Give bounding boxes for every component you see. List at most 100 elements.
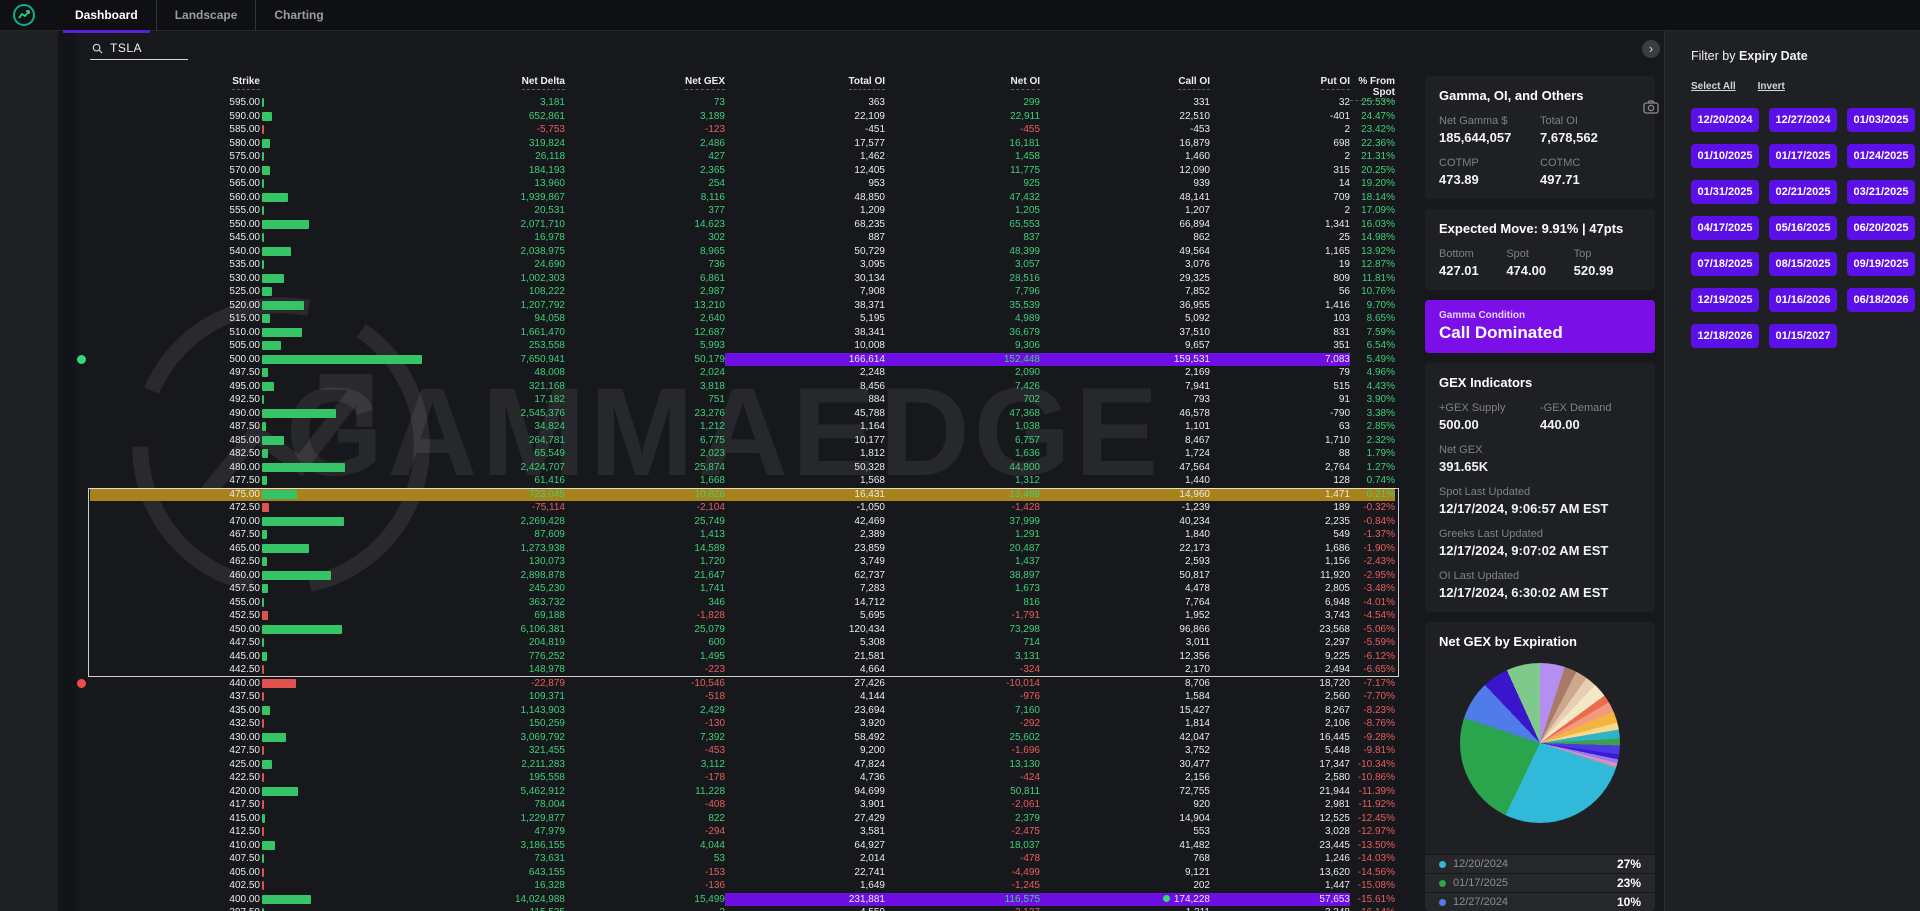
table-row[interactable]: 402.50 16,328 -136 1,649 -1,245 202 1,447 -15.0… <box>90 879 1395 893</box>
select-all-link[interactable]: Select All <box>1691 81 1736 92</box>
column-header-put-oi[interactable]: Put OI <box>1320 76 1350 90</box>
table-row[interactable]: 570.00 184,193 2,365 12,405 11,775 12,090 315 2… <box>90 164 1395 178</box>
table-row[interactable]: 497.50 48,008 2,024 2,248 2,090 2,169 79 4.96% <box>90 366 1395 380</box>
column-header-net-oi[interactable]: Net OI <box>1010 76 1040 90</box>
expiry-date-button[interactable]: 01/03/2025 <box>1847 108 1915 132</box>
expiry-date-button[interactable]: 03/21/2025 <box>1847 180 1915 204</box>
tab-charting[interactable]: Charting <box>255 0 341 31</box>
expiry-date-button[interactable]: 01/16/2026 <box>1769 288 1837 312</box>
table-row[interactable]: 565.00 13,960 254 953 925 939 14 19.20% <box>90 177 1395 191</box>
table-row[interactable]: 447.50 204,819 600 5,308 714 3,011 2,297 -5.59% <box>90 636 1395 650</box>
expiry-date-button[interactable]: 01/31/2025 <box>1691 180 1759 204</box>
table-row[interactable]: 397.50 115,53534,559-2,1371,2113,348-16.1… <box>90 906 1395 911</box>
table-row[interactable]: 580.00 319,824 2,486 17,577 16,181 16,879 698 2… <box>90 137 1395 151</box>
table-row[interactable]: 440.00 -22,879 -10,546 27,426 -10,014 8,706 18… <box>77 677 1395 691</box>
invert-link[interactable]: Invert <box>1758 81 1785 92</box>
expiry-date-button[interactable]: 12/20/2024 <box>1691 108 1759 132</box>
table-row[interactable]: 525.00 108,222 2,987 7,908 7,796 7,852 56 10.76… <box>90 285 1395 299</box>
table-row[interactable]: 515.00 94,058 2,640 5,195 4,989 5,092 103 8.65% <box>90 312 1395 326</box>
table-row[interactable]: 425.00 2,211,283 3,112 47,824 13,130 30,477 17… <box>90 758 1395 772</box>
table-row[interactable]: 540.00 2,038,975 8,965 50,729 48,399 49,564 1,… <box>90 245 1395 259</box>
table-row[interactable]: 490.00 2,545,376 23,276 45,788 47,368 46,578 -… <box>90 407 1395 421</box>
expiry-date-button[interactable]: 04/17/2025 <box>1691 216 1759 240</box>
table-row[interactable]: 462.50 130,073 1,720 3,749 1,437 2,593 1,156 -2… <box>90 555 1395 569</box>
table-row[interactable]: 545.00 16,978 302 887 837 862 25 14.98% <box>90 231 1395 245</box>
table-row[interactable]: 487.50 34,824 1,212 1,164 1,038 1,101 63 2.85% <box>90 420 1395 434</box>
table-row[interactable]: 427.50 321,455 -453 9,200 -1,696 3,752 5,448 -9… <box>90 744 1395 758</box>
table-row[interactable]: 422.50 195,558 -178 4,736 -424 2,156 2,580 -10.… <box>90 771 1395 785</box>
table-row[interactable]: 405.00 643,155 -153 22,741 -4,499 9,121 13,620… <box>90 866 1395 880</box>
table-row[interactable]: 417.50 78,004 -408 3,901 -2,061 920 2,981 -11.9… <box>90 798 1395 812</box>
table-row[interactable]: 437.50 109,371 -518 4,144 -976 1,584 2,560 -7.7… <box>90 690 1395 704</box>
table-row[interactable]: 590.00 652,861 3,189 22,109 22,911 22,510 -401… <box>90 110 1395 124</box>
table-row[interactable]: 470.00 2,269,428 25,749 42,469 37,999 40,234 2… <box>90 515 1395 529</box>
legend-row[interactable]: 12/20/2024 27% <box>1425 854 1655 873</box>
expiry-date-button[interactable]: 02/21/2025 <box>1769 180 1837 204</box>
table-row[interactable]: 450.00 6,106,381 25,079 120,434 73,298 96,866… <box>90 623 1395 637</box>
table-row[interactable]: 535.00 24,690 736 3,095 3,057 3,076 19 12.87% <box>90 258 1395 272</box>
table-row[interactable]: 550.00 2,071,710 14,623 68,235 65,553 66,894 1… <box>90 218 1395 232</box>
table-row[interactable]: 465.00 1,273,938 14,589 23,859 20,487 22,173 1… <box>90 542 1395 556</box>
table-row[interactable]: 510.00 1,661,470 12,687 38,341 36,679 37,510 8… <box>90 326 1395 340</box>
legend-row[interactable]: 01/17/2025 23% <box>1425 873 1655 892</box>
expiry-date-button[interactable]: 06/20/2025 <box>1847 216 1915 240</box>
table-row[interactable]: 480.00 2,424,707 25,874 50,328 44,800 47,564 2… <box>90 461 1395 475</box>
expiry-date-button[interactable]: 12/19/2025 <box>1691 288 1759 312</box>
search-input[interactable]: TSLA <box>90 39 188 60</box>
table-row[interactable]: 415.00 1,229,877 822 27,429 2,379 14,904 12,52… <box>90 812 1395 826</box>
expiry-date-button[interactable]: 08/15/2025 <box>1769 252 1837 276</box>
table-row[interactable]: 432.50 150,259 -130 3,920 -292 1,814 2,106 -8.7… <box>90 717 1395 731</box>
column-header-call-oi[interactable]: Call OI <box>1178 76 1210 90</box>
expiry-date-button[interactable]: 01/15/2027 <box>1769 324 1837 348</box>
table-row[interactable]: 472.50 -75,114 -2,104 -1,050 -1,428 -1,239 189… <box>90 501 1395 515</box>
table-row[interactable]: 477.50 61,416 1,668 1,568 1,312 1,440 128 0.74% <box>90 474 1395 488</box>
table-row[interactable]: 575.00 26,118 427 1,462 1,458 1,460 2 21.31% <box>90 150 1395 164</box>
table-row[interactable]: 520.00 1,207,792 13,210 38,371 35,539 36,955 1… <box>90 299 1395 313</box>
expiry-date-button[interactable]: 12/27/2024 <box>1769 108 1837 132</box>
table-row[interactable]: 505.00 253,558 5,993 10,008 9,306 9,657 351 6.5… <box>90 339 1395 353</box>
column-header-total-oi[interactable]: Total OI <box>848 76 885 90</box>
table-row[interactable]: 412.50 47,979 -294 3,581 -2,475 553 3,028 -12.9… <box>90 825 1395 839</box>
table-row[interactable]: 585.00 -5,753 -123 -451 -455 -453 2 23.42% <box>90 123 1395 137</box>
table-row[interactable]: 467.50 87,609 1,413 2,389 1,291 1,840 549 -1.37… <box>90 528 1395 542</box>
table-row[interactable]: 455.00 363,732 346 14,712 816 7,764 6,948 -4.01… <box>90 596 1395 610</box>
collapse-panel-button[interactable]: › <box>1642 40 1660 58</box>
table-row[interactable]: 452.50 69,188 -1,828 5,695 -1,791 1,952 3,743 -… <box>90 609 1395 623</box>
expiry-date-button[interactable]: 07/18/2025 <box>1691 252 1759 276</box>
table-row[interactable]: 595.00 3,181 73 363 299 331 32 25.53% <box>90 96 1395 110</box>
expiry-date-button[interactable]: 06/18/2026 <box>1847 288 1915 312</box>
expiry-date-button[interactable]: 01/10/2025 <box>1691 144 1759 168</box>
table-row[interactable]: 495.00 321,168 3,818 8,456 7,426 7,941 515 4.43… <box>90 380 1395 394</box>
table-row[interactable]: 560.00 1,939,867 8,116 48,850 47,432 48,141 70… <box>90 191 1395 205</box>
table-row[interactable]: 460.00 2,898,878 21,647 62,737 38,897 50,817 1… <box>90 569 1395 583</box>
table-row[interactable]: 492.50 17,182 751 884 702 793 91 3.90% <box>90 393 1395 407</box>
legend-row[interactable]: 12/27/2024 10% <box>1425 892 1655 911</box>
table-row[interactable]: 420.00 5,462,912 11,228 94,699 50,811 72,755 2… <box>90 785 1395 799</box>
table-row[interactable]: 442.50 148,978 -223 4,664 -324 2,170 2,494 -6.6… <box>90 663 1395 677</box>
expiry-date-button[interactable]: 01/17/2025 <box>1769 144 1837 168</box>
table-row[interactable]: 435.00 1,143,903 2,429 23,694 7,160 15,427 8,2… <box>90 704 1395 718</box>
table-row[interactable]: 457.50 245,230 1,741 7,283 1,673 4,478 2,805 -3… <box>90 582 1395 596</box>
table-row[interactable]: 500.00 7,650,941 50,179 166,614 152,448 159,5… <box>77 352 1395 366</box>
table-row[interactable]: 530.00 1,002,303 6,861 30,134 28,516 29,325 80… <box>90 272 1395 286</box>
column-header-strike[interactable]: Strike <box>232 76 260 90</box>
expiry-date-button[interactable]: 05/16/2025 <box>1769 216 1837 240</box>
tab-dashboard[interactable]: Dashboard <box>57 0 156 33</box>
column-header-net-gex[interactable]: Net GEX <box>684 76 725 90</box>
camera-screenshot-button[interactable] <box>1643 100 1659 119</box>
table-row[interactable]: 400.00 14,024,988 15,499 231,881 116,575 174,… <box>90 892 1395 906</box>
net-gex-pie-chart[interactable] <box>1460 663 1620 823</box>
table-row[interactable]: 482.50 65,549 2,023 1,812 1,636 1,724 88 1.79% <box>90 447 1395 461</box>
table-row[interactable]: 555.00 20,531 377 1,209 1,205 1,207 2 17.09% <box>90 204 1395 218</box>
table-row[interactable]: 430.00 3,069,792 7,392 58,492 25,602 42,047 16… <box>90 731 1395 745</box>
table-row[interactable]: 445.00 776,252 1,495 21,581 3,131 12,356 9,225… <box>90 650 1395 664</box>
table-row[interactable]: 485.00 264,781 6,775 10,177 6,757 8,467 1,710 2… <box>90 434 1395 448</box>
expiry-date-button[interactable]: 09/19/2025 <box>1847 252 1915 276</box>
table-row[interactable]: 407.50 73,631 53 2,014 -478 768 1,246 -14.03% <box>90 852 1395 866</box>
column-header-net-delta[interactable]: Net Delta <box>521 76 565 90</box>
tab-landscape[interactable]: Landscape <box>155 0 256 31</box>
expiry-date-button[interactable]: 12/18/2026 <box>1691 324 1759 348</box>
expiry-date-button[interactable]: 01/24/2025 <box>1847 144 1915 168</box>
table-row[interactable]: 410.00 3,186,155 4,044 64,927 18,037 41,482 23… <box>90 839 1395 853</box>
table-row[interactable]: 475.00 723,045 10,826 16,431 13,489 14,960 1,4… <box>90 487 1395 501</box>
